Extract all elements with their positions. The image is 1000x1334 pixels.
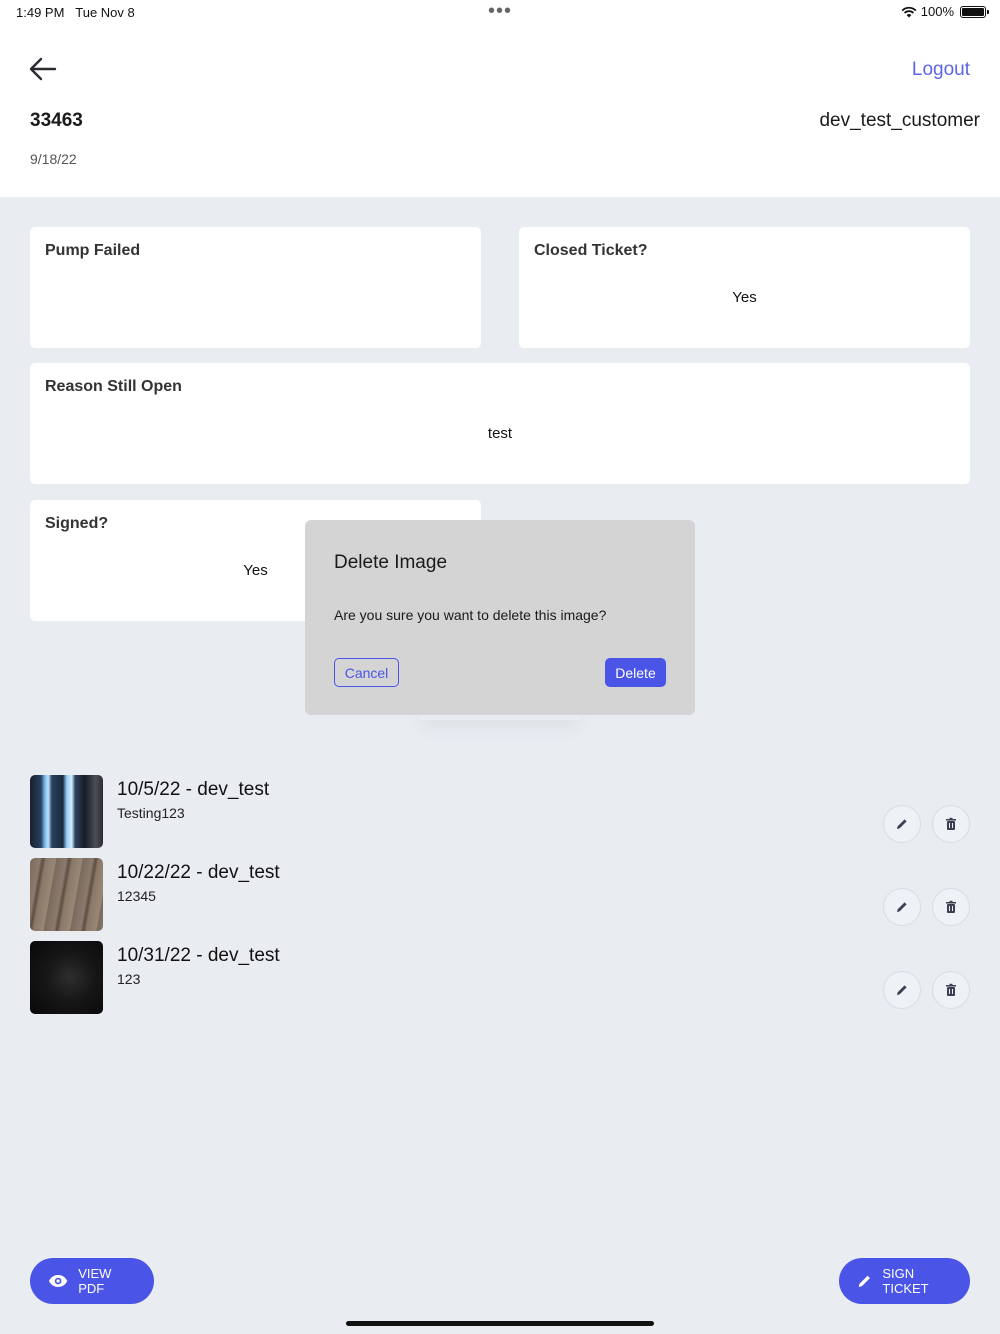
- status-indicators: 100%: [901, 4, 989, 19]
- list-item[interactable]: 10/31/22 - dev_test 123: [30, 941, 970, 1015]
- battery-percent: 100%: [920, 4, 954, 19]
- image-title: 10/22/22 - dev_test: [117, 862, 280, 883]
- list-item[interactable]: 10/22/22 - dev_test 12345: [30, 858, 970, 932]
- trash-icon: [946, 983, 956, 996]
- reason-open-card: Reason Still Open test: [30, 363, 970, 484]
- status-time: 1:49 PM Tue Nov 8: [16, 5, 135, 20]
- image-subtitle: Testing123: [117, 805, 185, 821]
- list-item[interactable]: 10/5/22 - dev_test Testing123: [30, 775, 970, 849]
- eye-icon: [48, 1275, 68, 1287]
- delete-image-dialog: Delete Image Are you sure you want to de…: [305, 520, 695, 715]
- reason-open-title: Reason Still Open: [45, 378, 182, 395]
- closed-ticket-title: Closed Ticket?: [534, 242, 648, 259]
- view-pdf-button[interactable]: VIEW PDF: [30, 1258, 154, 1304]
- closed-ticket-card: Closed Ticket? Yes: [519, 227, 970, 348]
- image-thumbnail[interactable]: [30, 858, 103, 931]
- delete-image-button[interactable]: [932, 971, 970, 1009]
- delete-image-button[interactable]: [932, 888, 970, 926]
- delete-button[interactable]: Delete: [605, 658, 666, 687]
- image-title: 10/5/22 - dev_test: [117, 779, 270, 800]
- ticket-id: 33463: [30, 110, 83, 131]
- image-subtitle: 12345: [117, 888, 156, 904]
- ticket-date: 9/18/22: [30, 151, 77, 167]
- image-subtitle: 123: [117, 971, 141, 987]
- dialog-title: Delete Image: [334, 552, 448, 573]
- trash-icon: [946, 900, 956, 913]
- signed-title: Signed?: [45, 515, 109, 532]
- edit-image-button[interactable]: [883, 805, 921, 843]
- reason-open-value: test: [487, 425, 513, 442]
- sign-ticket-label: SIGN TICKET: [882, 1266, 929, 1296]
- header: 1:49 PM Tue Nov 8 ••• 100% Logout 33463 …: [0, 0, 1000, 197]
- closed-ticket-value: Yes: [732, 289, 757, 306]
- battery-icon: [960, 5, 989, 18]
- wifi-icon: [901, 6, 917, 17]
- cancel-button[interactable]: Cancel: [334, 658, 399, 687]
- edit-image-button[interactable]: [883, 888, 921, 926]
- image-thumbnail[interactable]: [30, 941, 103, 1014]
- edit-image-button[interactable]: [883, 971, 921, 1009]
- pump-failed-title: Pump Failed: [45, 242, 141, 259]
- pencil-icon: [897, 819, 907, 829]
- home-indicator[interactable]: [346, 1321, 654, 1326]
- delete-image-button[interactable]: [932, 805, 970, 843]
- view-pdf-label: VIEW PDF: [78, 1266, 112, 1296]
- pencil-icon: [897, 985, 907, 995]
- image-title: 10/31/22 - dev_test: [117, 945, 280, 966]
- back-arrow-icon[interactable]: [28, 55, 58, 83]
- dialog-message: Are you sure you want to delete this ima…: [334, 607, 607, 623]
- pump-failed-card: Pump Failed: [30, 227, 481, 348]
- sign-ticket-button[interactable]: SIGN TICKET: [839, 1258, 970, 1304]
- customer-name: dev_test_customer: [819, 110, 980, 131]
- pencil-icon: [858, 1275, 870, 1287]
- pencil-icon: [897, 902, 907, 912]
- multitasking-dots[interactable]: •••: [488, 0, 512, 22]
- trash-icon: [946, 817, 956, 830]
- logout-button[interactable]: Logout: [912, 59, 970, 81]
- image-thumbnail[interactable]: [30, 775, 103, 848]
